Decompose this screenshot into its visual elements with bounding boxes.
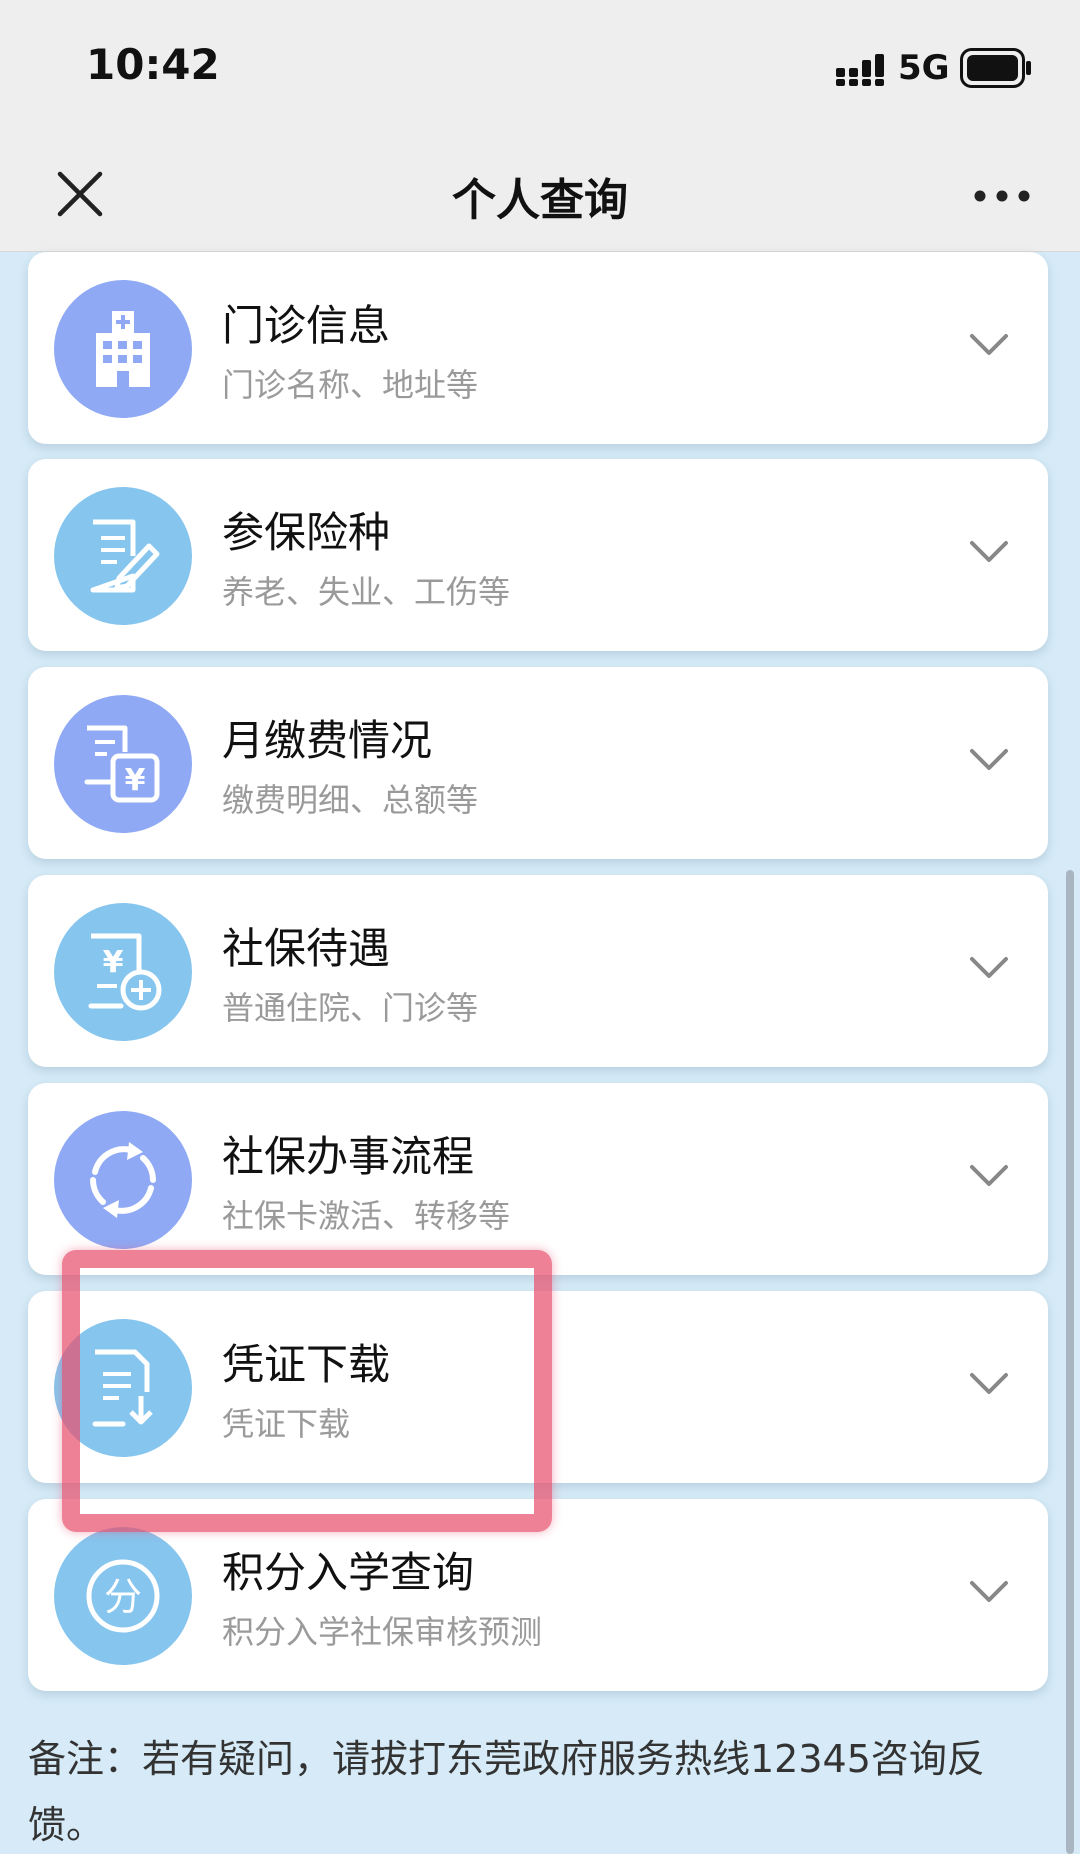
item-subtitle: 养老、失业、工伤等	[222, 573, 511, 611]
status-bar: 10:42 5G	[0, 0, 1080, 140]
chevron-down-icon[interactable]	[968, 330, 1010, 360]
page-title: 个人查询	[452, 175, 628, 226]
chevron-down-icon[interactable]	[968, 953, 1010, 983]
item-subtitle: 缴费明细、总额等	[222, 781, 479, 819]
item-title: 月缴费情况	[222, 716, 433, 765]
item-title: 积分入学查询	[222, 1548, 475, 1597]
list-item-voucher-download[interactable]: 凭证下载 凭证下载	[28, 1291, 1048, 1483]
list-item-outpatient-info[interactable]: 门诊信息 门诊名称、地址等	[28, 252, 1048, 444]
item-subtitle: 门诊名称、地址等	[222, 366, 479, 404]
list-item-service-process[interactable]: 社保办事流程 社保卡激活、转移等	[28, 1083, 1048, 1275]
item-subtitle: 积分入学社保审核预测	[222, 1613, 543, 1651]
item-title: 门诊信息	[222, 301, 391, 350]
chevron-down-icon[interactable]	[968, 1369, 1010, 1399]
points-icon: 分	[54, 1527, 192, 1665]
list-item-insurance-types[interactable]: 参保险种 养老、失业、工伤等	[28, 459, 1048, 651]
item-title: 社保待遇	[222, 924, 391, 973]
chevron-down-icon[interactable]	[968, 1577, 1010, 1607]
chevron-down-icon[interactable]	[968, 745, 1010, 775]
item-subtitle: 凭证下载	[222, 1405, 351, 1443]
payment-bill-icon: ¥	[54, 695, 192, 833]
benefit-bill-icon: ¥	[54, 903, 192, 1041]
note-text: 备注：若有疑问，请拔打东莞政府服务热线12345咨询反馈。	[28, 1737, 985, 1847]
svg-text:¥: ¥	[103, 945, 124, 980]
item-title: 社保办事流程	[222, 1132, 475, 1181]
item-title: 凭证下载	[222, 1340, 391, 1389]
item-title: 参保险种	[222, 508, 391, 557]
chevron-down-icon[interactable]	[968, 537, 1010, 567]
battery-icon	[960, 48, 1031, 88]
refresh-cycle-icon	[54, 1111, 192, 1249]
more-horizontal-icon[interactable]	[972, 176, 1032, 216]
hospital-icon	[54, 280, 192, 418]
chevron-down-icon[interactable]	[968, 1161, 1010, 1191]
network-label: 5G	[898, 48, 950, 88]
document-edit-icon	[54, 487, 192, 625]
nav-bar: 个人查询	[0, 140, 1080, 252]
voucher-download-icon	[54, 1319, 192, 1457]
svg-text:¥: ¥	[125, 763, 146, 798]
status-time: 10:42	[86, 40, 220, 89]
list-item-points-enrollment[interactable]: 分 积分入学查询 积分入学社保审核预测	[28, 1499, 1048, 1691]
item-subtitle: 社保卡激活、转移等	[222, 1197, 511, 1235]
list-item-monthly-payment[interactable]: ¥ 月缴费情况 缴费明细、总额等	[28, 667, 1048, 859]
svg-text:分: 分	[104, 1575, 142, 1619]
item-subtitle: 普通住院、门诊等	[222, 989, 479, 1027]
list-item-social-benefits[interactable]: ¥ 社保待遇 普通住院、门诊等	[28, 875, 1048, 1067]
scrollbar[interactable]	[1066, 870, 1074, 1854]
signal-icon	[836, 54, 884, 86]
